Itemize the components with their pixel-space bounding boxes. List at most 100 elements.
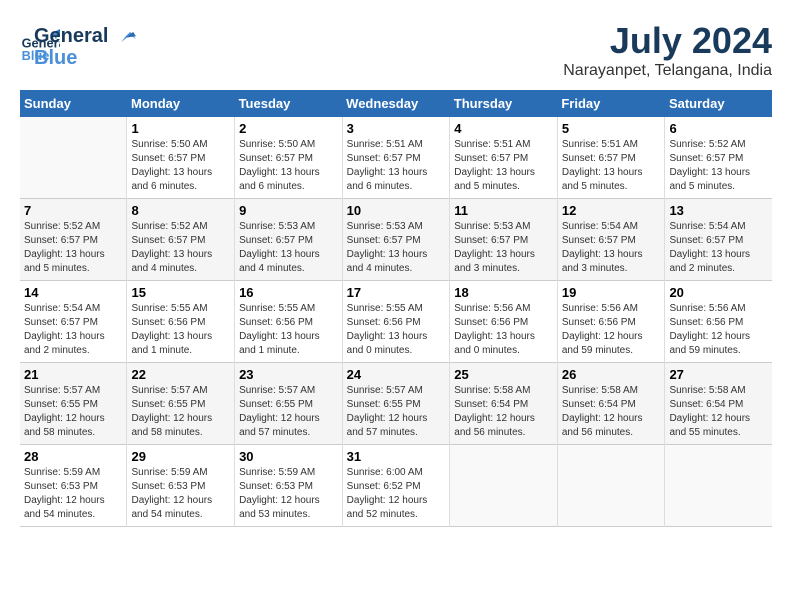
calendar-cell: [665, 445, 772, 527]
header-day-sunday: Sunday: [20, 90, 127, 117]
day-info: Sunrise: 5:56 AM Sunset: 6:56 PM Dayligh…: [669, 302, 768, 358]
day-info: Sunrise: 5:55 AM Sunset: 6:56 PM Dayligh…: [131, 302, 230, 358]
calendar-cell: 2 Sunrise: 5:50 AM Sunset: 6:57 PM Daylig…: [235, 117, 343, 199]
logo-blue-text: Blue: [34, 47, 136, 69]
day-info: Sunrise: 5:58 AM Sunset: 6:54 PM Dayligh…: [669, 384, 768, 440]
day-number: 12: [562, 203, 661, 218]
day-number: 5: [562, 121, 661, 136]
day-number: 4: [454, 121, 553, 136]
calendar-cell: 7 Sunrise: 5:52 AM Sunset: 6:57 PM Daylig…: [20, 199, 127, 281]
calendar-cell: 22 Sunrise: 5:57 AM Sunset: 6:55 PM Dayli…: [127, 363, 235, 445]
title-area: July 2024 Narayanpet, Telangana, India: [563, 20, 772, 80]
calendar-cell: 17Sunrise: 5:55 AM Sunset: 6:56 PM Dayli…: [342, 281, 450, 363]
day-number: 11: [454, 203, 553, 218]
day-info: Sunrise: 5:52 AM Sunset: 6:57 PM Dayligh…: [669, 138, 768, 194]
day-number: 30: [239, 449, 338, 464]
day-number: 16: [239, 285, 338, 300]
day-info: Sunrise: 5:58 AM Sunset: 6:54 PM Dayligh…: [562, 384, 661, 440]
day-info: Sunrise: 5:58 AM Sunset: 6:54 PM Dayligh…: [454, 384, 553, 440]
day-info: Sunrise: 5:54 AM Sunset: 6:57 PM Dayligh…: [562, 220, 661, 276]
day-info: Sunrise: 5:53 AM Sunset: 6:57 PM Dayligh…: [347, 220, 446, 276]
day-number: 10: [347, 203, 446, 218]
day-info: Sunrise: 5:55 AM Sunset: 6:56 PM Dayligh…: [239, 302, 338, 358]
calendar-cell: 29 Sunrise: 5:59 AM Sunset: 6:53 PM Dayli…: [127, 445, 235, 527]
calendar-cell: 23 Sunrise: 5:57 AM Sunset: 6:55 PM Dayli…: [235, 363, 343, 445]
day-info: Sunrise: 5:53 AM Sunset: 6:57 PM Dayligh…: [239, 220, 338, 276]
day-number: 8: [131, 203, 230, 218]
calendar-cell: [20, 117, 127, 199]
day-number: 25: [454, 367, 553, 382]
calendar-cell: [450, 445, 558, 527]
calendar-table: SundayMondayTuesdayWednesdayThursdayFrid…: [20, 90, 772, 527]
calendar-cell: 31 Sunrise: 6:00 AM Sunset: 6:52 PM Dayli…: [342, 445, 450, 527]
day-info: Sunrise: 5:59 AM Sunset: 6:53 PM Dayligh…: [24, 466, 122, 522]
main-title: July 2024: [563, 20, 772, 62]
calendar-cell: 8Sunrise: 5:52 AM Sunset: 6:57 PM Daylig…: [127, 199, 235, 281]
day-number: 1: [131, 121, 230, 136]
day-info: Sunrise: 5:51 AM Sunset: 6:57 PM Dayligh…: [347, 138, 446, 194]
day-number: 27: [669, 367, 768, 382]
calendar-cell: 1Sunrise: 5:50 AM Sunset: 6:57 PM Daylig…: [127, 117, 235, 199]
calendar-cell: 12 Sunrise: 5:54 AM Sunset: 6:57 PM Dayli…: [557, 199, 665, 281]
day-info: Sunrise: 5:59 AM Sunset: 6:53 PM Dayligh…: [239, 466, 338, 522]
day-number: 22: [131, 367, 230, 382]
calendar-cell: 27 Sunrise: 5:58 AM Sunset: 6:54 PM Dayli…: [665, 363, 772, 445]
logo: General Blue General Blue: [20, 20, 136, 69]
header-day-friday: Friday: [557, 90, 665, 117]
day-number: 2: [239, 121, 338, 136]
day-number: 23: [239, 367, 338, 382]
calendar-cell: 6 Sunrise: 5:52 AM Sunset: 6:57 PM Daylig…: [665, 117, 772, 199]
week-row-2: 7 Sunrise: 5:52 AM Sunset: 6:57 PM Daylig…: [20, 199, 772, 281]
day-number: 21: [24, 367, 122, 382]
week-row-4: 21 Sunrise: 5:57 AM Sunset: 6:55 PM Dayli…: [20, 363, 772, 445]
day-info: Sunrise: 5:51 AM Sunset: 6:57 PM Dayligh…: [454, 138, 553, 194]
calendar-cell: [557, 445, 665, 527]
calendar-cell: 3Sunrise: 5:51 AM Sunset: 6:57 PM Daylig…: [342, 117, 450, 199]
calendar-cell: 4 Sunrise: 5:51 AM Sunset: 6:57 PM Daylig…: [450, 117, 558, 199]
header-row: SundayMondayTuesdayWednesdayThursdayFrid…: [20, 90, 772, 117]
day-info: Sunrise: 5:51 AM Sunset: 6:57 PM Dayligh…: [562, 138, 661, 194]
calendar-cell: 21Sunrise: 5:57 AM Sunset: 6:55 PM Dayli…: [20, 363, 127, 445]
day-number: 15: [131, 285, 230, 300]
day-info: Sunrise: 5:59 AM Sunset: 6:53 PM Dayligh…: [131, 466, 230, 522]
calendar-cell: 24Sunrise: 5:57 AM Sunset: 6:55 PM Dayli…: [342, 363, 450, 445]
day-info: Sunrise: 5:54 AM Sunset: 6:57 PM Dayligh…: [24, 302, 122, 358]
page-header: General Blue General Blue July 2024 Nara…: [20, 20, 772, 80]
calendar-cell: 19 Sunrise: 5:56 AM Sunset: 6:56 PM Dayli…: [557, 281, 665, 363]
calendar-cell: 5 Sunrise: 5:51 AM Sunset: 6:57 PM Daylig…: [557, 117, 665, 199]
week-row-3: 14Sunrise: 5:54 AM Sunset: 6:57 PM Dayli…: [20, 281, 772, 363]
day-number: 28: [24, 449, 122, 464]
day-number: 31: [347, 449, 446, 464]
week-row-1: 1 Sunrise: 5:50 AM Sunset: 6:57 PM Daylig…: [20, 117, 772, 199]
header-day-thursday: Thursday: [450, 90, 558, 117]
day-number: 29: [131, 449, 230, 464]
calendar-cell: 9 Sunrise: 5:53 AM Sunset: 6:57 PM Daylig…: [235, 199, 343, 281]
calendar-cell: 20 Sunrise: 5:56 AM Sunset: 6:56 PM Dayli…: [665, 281, 772, 363]
calendar-cell: 13Sunrise: 5:54 AM Sunset: 6:57 PM Dayli…: [665, 199, 772, 281]
day-number: 17: [347, 285, 446, 300]
day-info: Sunrise: 5:52 AM Sunset: 6:57 PM Dayligh…: [24, 220, 122, 276]
day-info: Sunrise: 6:00 AM Sunset: 6:52 PM Dayligh…: [347, 466, 446, 522]
calendar-cell: 18 Sunrise: 5:56 AM Sunset: 6:56 PM Dayli…: [450, 281, 558, 363]
day-number: 19: [562, 285, 661, 300]
day-number: 18: [454, 285, 553, 300]
day-number: 6: [669, 121, 768, 136]
day-number: 9: [239, 203, 338, 218]
day-info: Sunrise: 5:57 AM Sunset: 6:55 PM Dayligh…: [131, 384, 230, 440]
week-row-5: 28 Sunrise: 5:59 AM Sunset: 6:53 PM Dayli…: [20, 445, 772, 527]
day-info: Sunrise: 5:56 AM Sunset: 6:56 PM Dayligh…: [562, 302, 661, 358]
calendar-cell: 26 Sunrise: 5:58 AM Sunset: 6:54 PM Dayli…: [557, 363, 665, 445]
calendar-cell: 15 Sunrise: 5:55 AM Sunset: 6:56 PM Dayli…: [127, 281, 235, 363]
day-info: Sunrise: 5:56 AM Sunset: 6:56 PM Dayligh…: [454, 302, 553, 358]
day-number: 7: [24, 203, 122, 218]
day-info: Sunrise: 5:57 AM Sunset: 6:55 PM Dayligh…: [239, 384, 338, 440]
header-day-saturday: Saturday: [665, 90, 772, 117]
subtitle: Narayanpet, Telangana, India: [563, 62, 772, 80]
calendar-cell: 28 Sunrise: 5:59 AM Sunset: 6:53 PM Dayli…: [20, 445, 127, 527]
day-number: 26: [562, 367, 661, 382]
day-number: 20: [669, 285, 768, 300]
calendar-cell: 14Sunrise: 5:54 AM Sunset: 6:57 PM Dayli…: [20, 281, 127, 363]
day-info: Sunrise: 5:50 AM Sunset: 6:57 PM Dayligh…: [239, 138, 338, 194]
calendar-cell: 25 Sunrise: 5:58 AM Sunset: 6:54 PM Dayli…: [450, 363, 558, 445]
day-number: 13: [669, 203, 768, 218]
